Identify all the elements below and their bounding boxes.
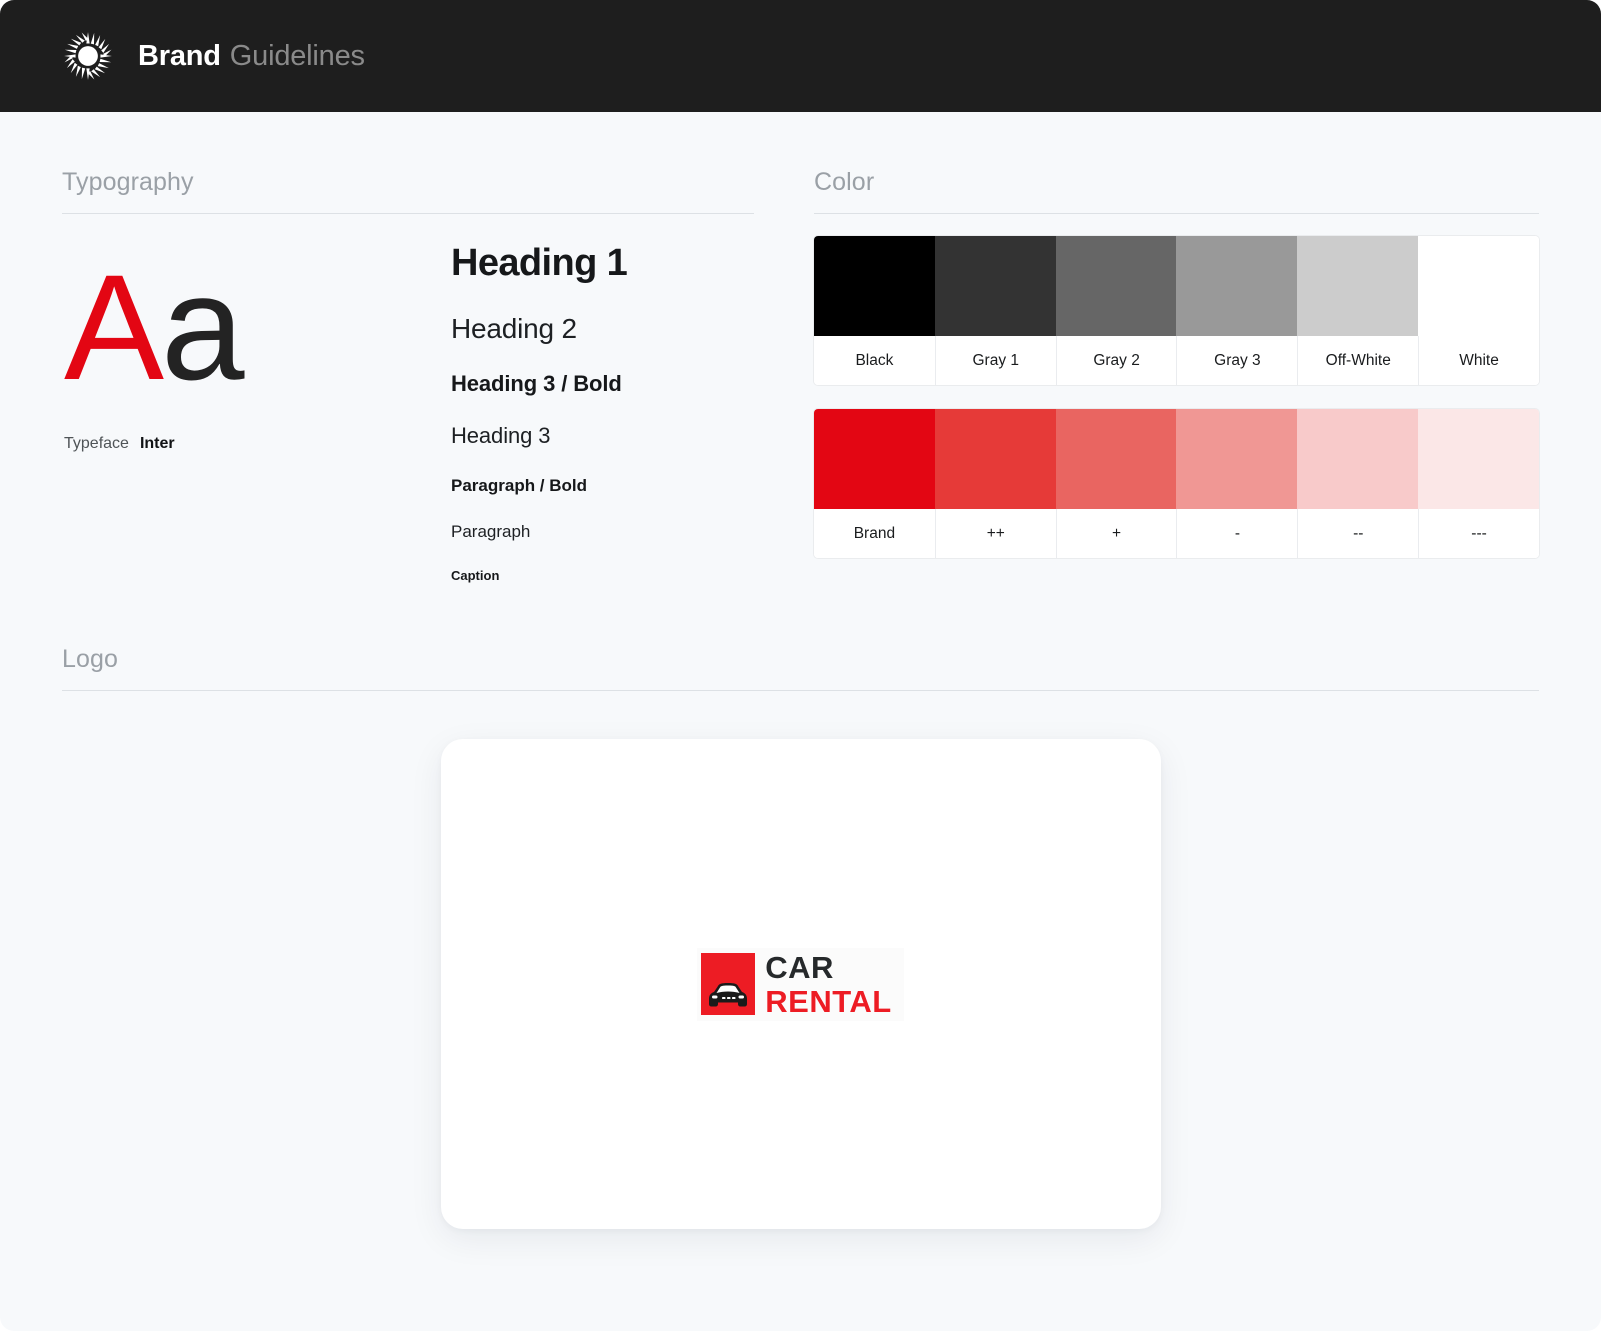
logo-badge (701, 953, 756, 1015)
swatch-brand-minus-minus[interactable]: -- (1297, 409, 1419, 558)
app-title-strong: Brand (138, 39, 221, 72)
upper-columns: Typography Aa Typeface Inter Heading 1 H… (62, 168, 1539, 583)
specimen-lowercase-a: a (161, 243, 244, 411)
swatch-label: ++ (934, 509, 1056, 558)
swatch-chip (814, 409, 935, 509)
type-sample-paragraph: Paragraph (451, 522, 531, 541)
type-sample-heading-1: Heading 1 (451, 242, 628, 284)
type-sample-heading-3: Heading 3 (451, 423, 551, 448)
swatch-label: Brand (814, 509, 935, 558)
typography-section: Typography Aa Typeface Inter Heading 1 H… (62, 168, 754, 583)
app-title: Brand Guidelines (138, 40, 365, 73)
brand-swatch-row: Brand ++ + - -- --- (814, 409, 1539, 558)
neutral-palette: Black Gray 1 Gray 2 Gray 3 Off-White Whi… (814, 214, 1539, 385)
typeface-label: Typeface (64, 435, 129, 452)
starburst-icon (64, 32, 112, 80)
type-scale-list: Heading 1 Heading 2 Heading 3 / Bold Hea… (451, 236, 628, 583)
type-sample-paragraph-bold: Paragraph / Bold (451, 476, 588, 495)
color-section: Color Black Gray 1 Gray 2 Gray 3 Off-Whi… (814, 168, 1539, 558)
neutral-swatch-row: Black Gray 1 Gray 2 Gray 3 Off-White Whi… (814, 236, 1539, 385)
swatch-black[interactable]: Black (814, 236, 935, 385)
swatch-chip (1055, 409, 1177, 509)
swatch-gray-1[interactable]: Gray 1 (934, 236, 1056, 385)
swatch-brand-minus-minus-minus[interactable]: --- (1418, 409, 1539, 558)
swatch-label: Gray 1 (934, 336, 1056, 385)
typography-section-header: Typography (62, 168, 754, 214)
swatch-label: -- (1297, 509, 1419, 558)
swatch-label: + (1055, 509, 1177, 558)
swatch-brand-plus[interactable]: + (1055, 409, 1177, 558)
logo-wordmark: CAR RENTAL (765, 952, 891, 1017)
swatch-brand-minus[interactable]: - (1176, 409, 1298, 558)
app-title-light: Guidelines (229, 39, 365, 72)
logo-word-car: CAR (765, 949, 834, 985)
swatch-chip (1418, 236, 1539, 336)
typography-body: Aa Typeface Inter Heading 1 Heading 2 He… (62, 214, 754, 583)
type-sample-heading-2: Heading 2 (451, 313, 577, 344)
swatch-white[interactable]: White (1418, 236, 1539, 385)
swatch-off-white[interactable]: Off-White (1297, 236, 1419, 385)
swatch-brand-plus-plus[interactable]: ++ (934, 409, 1056, 558)
swatch-label: White (1418, 336, 1539, 385)
type-sample-caption: Caption (451, 568, 500, 583)
brand-palette: Brand ++ + - -- --- (814, 385, 1539, 558)
logo-lockup: CAR RENTAL (697, 947, 904, 1021)
page-content: Typography Aa Typeface Inter Heading 1 H… (0, 112, 1601, 1229)
swatch-label: Off-White (1297, 336, 1419, 385)
logo-stage: CAR RENTAL (62, 691, 1539, 1229)
typeface-specimen: Aa Typeface Inter (62, 236, 439, 583)
swatch-label: Black (814, 336, 935, 385)
swatch-label: --- (1418, 509, 1539, 558)
specimen-glyphs: Aa (64, 236, 439, 419)
swatch-chip (1176, 409, 1298, 509)
swatch-label: Gray 2 (1055, 336, 1177, 385)
swatch-chip (934, 236, 1056, 336)
typeface-value: Inter (139, 435, 175, 452)
swatch-gray-3[interactable]: Gray 3 (1176, 236, 1298, 385)
swatch-chip (1055, 236, 1177, 336)
brand-guidelines-page: Brand Guidelines Typography Aa Typeface … (0, 0, 1601, 1331)
swatch-chip (1176, 236, 1298, 336)
car-front-icon (709, 983, 748, 1007)
swatch-chip (1297, 236, 1419, 336)
app-header: Brand Guidelines (0, 0, 1601, 112)
swatch-chip (1418, 409, 1539, 509)
swatch-label: Gray 3 (1176, 336, 1298, 385)
logo-word-rental: RENTAL (765, 983, 892, 1019)
swatch-chip (814, 236, 935, 336)
color-section-header: Color (814, 168, 1539, 214)
typeface-row: Typeface Inter (64, 435, 439, 453)
swatch-chip (934, 409, 1056, 509)
swatch-gray-2[interactable]: Gray 2 (1055, 236, 1177, 385)
logo-section: Logo CAR RENTAL (62, 583, 1539, 1229)
type-sample-heading-3-bold: Heading 3 / Bold (451, 371, 622, 396)
swatch-brand[interactable]: Brand (814, 409, 935, 558)
logo-card: CAR RENTAL (440, 739, 1161, 1229)
swatch-label: - (1176, 509, 1298, 558)
logo-section-header: Logo (62, 645, 1539, 691)
specimen-uppercase-a: A (64, 243, 164, 411)
swatch-chip (1297, 409, 1419, 509)
